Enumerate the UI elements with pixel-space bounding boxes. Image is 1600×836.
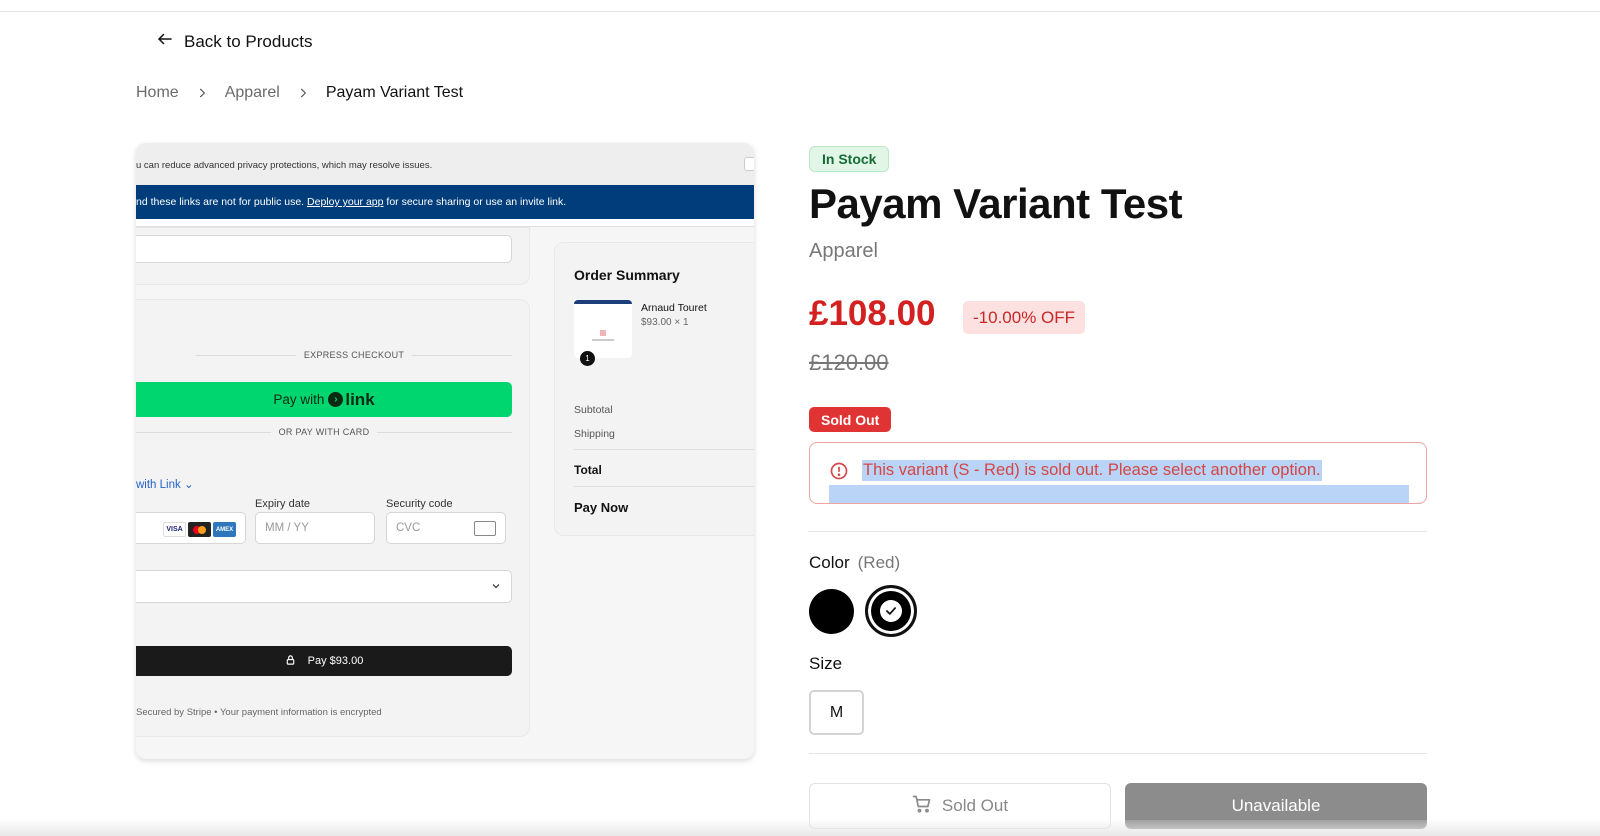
security-code-label: Security code — [386, 498, 453, 510]
link-brand: link — [345, 389, 375, 409]
sold-out-alert: This variant (S - Red) is sold out. Plea… — [809, 442, 1427, 504]
lock-icon — [285, 654, 296, 669]
arrow-left-icon — [156, 30, 174, 53]
check-icon — [880, 600, 902, 622]
breadcrumb-apparel[interactable]: Apparel — [225, 84, 280, 102]
section-divider — [809, 753, 1427, 754]
mastercard-icon — [188, 522, 211, 537]
item-price: $93.00 × 1 — [641, 317, 689, 328]
sold-out-button-label: Sold Out — [941, 796, 1009, 815]
chevron-right-icon — [195, 86, 209, 100]
order-summary-title: Order Summary — [574, 267, 680, 283]
text-selection-highlight — [829, 485, 1409, 503]
privacy-warning-bar: u can reduce advanced privacy protection… — [136, 143, 754, 185]
express-checkout-divider: EXPRESS CHECKOUT — [136, 350, 513, 360]
summary-divider — [574, 486, 754, 487]
size-option-m[interactable]: M — [809, 690, 864, 735]
cart-icon — [912, 794, 932, 819]
chevron-down-icon — [490, 579, 502, 597]
back-to-products-link[interactable]: Back to Products — [156, 30, 313, 53]
sold-out-badge: Sold Out — [809, 407, 892, 432]
country-select — [136, 570, 512, 603]
breadcrumb-current: Payam Variant Test — [325, 84, 464, 101]
breadcrumb: Home Apparel Payam Variant Test — [136, 84, 463, 102]
with-link-label: with Link — [136, 479, 181, 491]
warning-close-tab — [744, 157, 754, 171]
product-category: Apparel — [809, 240, 878, 262]
subtotal-label: Subtotal — [574, 404, 613, 416]
breadcrumb-home[interactable]: Home — [136, 84, 179, 102]
notice-prefix: nd these links are not for public use. — [136, 196, 308, 208]
secured-text: Secured by Stripe • Your payment informa… — [136, 707, 382, 718]
cvc-placeholder: CVC — [396, 522, 421, 534]
shipping-label: Shipping — [574, 428, 615, 440]
alert-circle-icon — [829, 461, 849, 481]
express-checkout-label: EXPRESS CHECKOUT — [303, 350, 405, 360]
visa-icon: VISA — [163, 522, 186, 537]
card-cvc-icon — [474, 521, 496, 536]
bottom-fade — [0, 820, 1600, 836]
discount-badge: -10.00% OFF — [963, 301, 1086, 334]
color-swatch-black[interactable] — [809, 589, 854, 634]
product-image[interactable]: u can reduce advanced privacy protection… — [136, 143, 754, 759]
item-qty-badge: 1 — [580, 351, 595, 366]
deploy-link: Deploy your app — [307, 196, 384, 208]
top-border — [0, 0, 1600, 12]
expiry-label: Expiry date — [255, 498, 311, 510]
summary-divider — [574, 449, 754, 450]
total-label: Total — [574, 463, 602, 477]
product-title: Payam Variant Test — [809, 180, 1183, 227]
alert-message: This variant (S - Red) is sold out. Plea… — [862, 460, 1322, 481]
section-divider — [809, 531, 1427, 532]
product-price: £108.00 — [809, 294, 936, 333]
chevron-down-icon: ⌄ — [183, 479, 194, 491]
with-link-toggle: with Link ⌄ — [136, 477, 194, 491]
color-label-text: Color — [809, 553, 850, 572]
color-selected-value: (Red) — [857, 553, 901, 572]
compare-at-price: £120.00 — [809, 350, 889, 375]
share-notice-bar: nd these links are not for public use. D… — [136, 185, 754, 219]
item-thumbnail — [574, 300, 632, 358]
amex-icon: AMEX — [213, 522, 236, 537]
pay-with-link-button: Pay with › link — [136, 382, 512, 417]
contact-input — [136, 235, 512, 263]
warning-text: u can reduce advanced privacy protection… — [136, 160, 433, 171]
security-code-field: CVC — [386, 512, 506, 544]
expiry-field: MM / YY — [255, 512, 375, 544]
pay-button-label: Pay $93.00 — [307, 655, 364, 667]
chevron-right-icon — [296, 86, 310, 100]
link-logo-icon: › link — [328, 389, 375, 410]
color-option-label: Color (Red) — [809, 553, 900, 573]
stock-badge: In Stock — [809, 146, 890, 172]
back-label: Back to Products — [184, 31, 313, 51]
color-swatch-red-selected[interactable] — [865, 585, 917, 637]
card-divider: OR PAY WITH CARD — [136, 427, 512, 437]
header-strip — [136, 219, 754, 227]
pay-button: Pay $93.00 — [136, 646, 512, 676]
pay-with-label: Pay with — [273, 392, 325, 407]
or-pay-card-label: OR PAY WITH CARD — [278, 427, 370, 437]
size-option-label: Size — [809, 654, 843, 673]
pay-now-label: Pay Now — [574, 500, 629, 515]
order-summary-panel: Order Summary 1 Arnaud Touret $93.00 × 1… — [554, 242, 754, 536]
item-name: Arnaud Touret — [641, 302, 707, 314]
notice-suffix: for secure sharing or use an invite link… — [383, 196, 567, 208]
card-number-field: VISA AMEX — [136, 512, 246, 544]
